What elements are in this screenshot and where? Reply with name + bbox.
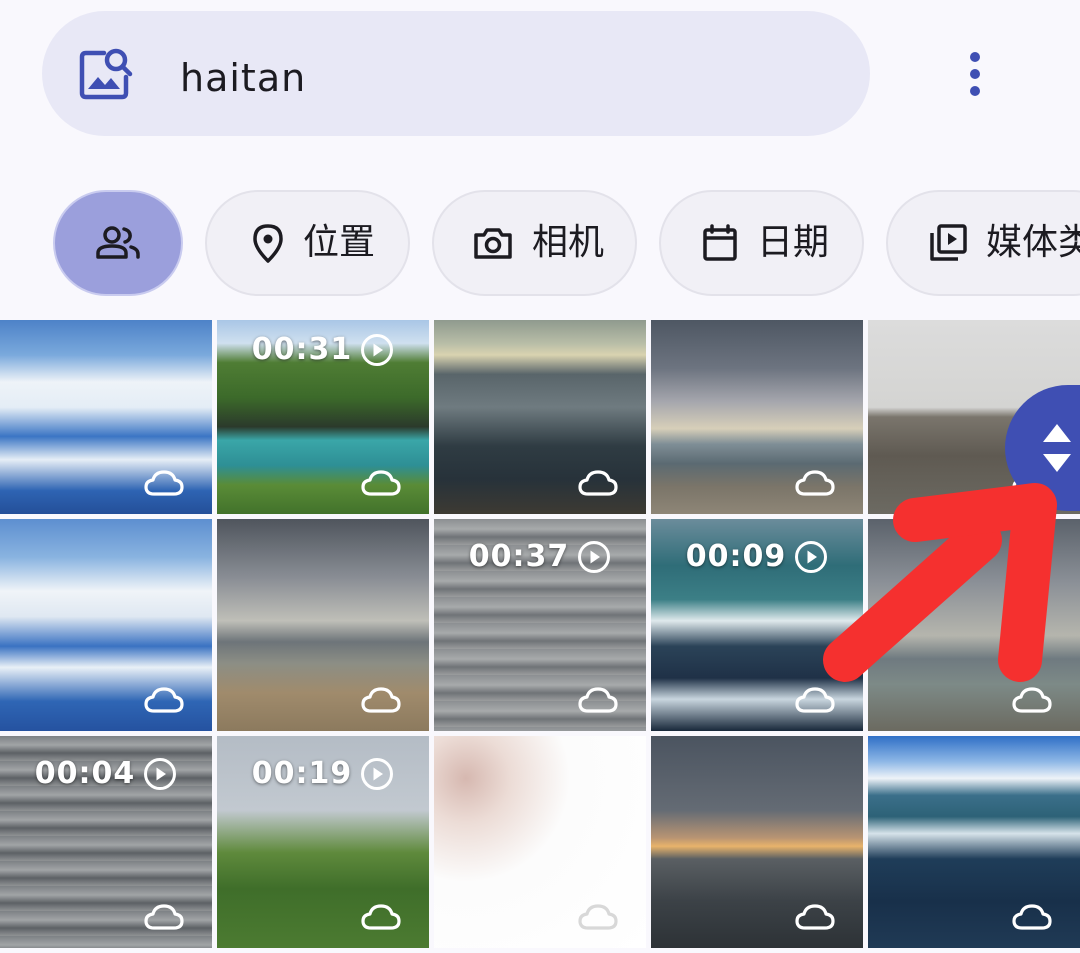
video-duration-text: 00:37 (468, 539, 570, 574)
filter-chips: 位置 相机 日期 媒体类 (0, 190, 1080, 300)
chip-location[interactable]: 位置 (205, 190, 410, 296)
video-duration: 00:09 (651, 539, 863, 574)
photo-tile[interactable] (434, 736, 646, 948)
chip-camera[interactable]: 相机 (432, 190, 637, 296)
cloud-icon (578, 904, 618, 930)
chip-date[interactable]: 日期 (659, 190, 864, 296)
photo-tile[interactable] (651, 736, 863, 948)
video-duration: 00:19 (217, 756, 429, 791)
cloud-icon (361, 904, 401, 930)
image-search-icon (79, 48, 133, 100)
video-tile[interactable]: 00:37 (434, 519, 646, 731)
camera-icon (474, 228, 512, 259)
photo-tile[interactable] (217, 519, 429, 731)
photo-tile[interactable] (0, 320, 212, 514)
calendar-icon (703, 224, 737, 261)
chip-people[interactable] (53, 190, 183, 296)
search-bar[interactable] (42, 11, 870, 136)
video-tile[interactable]: 00:19 (217, 736, 429, 948)
video-duration-text: 00:31 (251, 332, 353, 367)
cloud-icon (578, 470, 618, 496)
location-pin-icon (253, 224, 283, 263)
photo-tile[interactable] (868, 519, 1080, 731)
media-type-icon (930, 224, 967, 261)
cloud-icon (144, 904, 184, 930)
chip-camera-label: 相机 (532, 222, 605, 263)
video-duration-text: 00:19 (251, 756, 353, 791)
cloud-icon (795, 687, 835, 713)
chip-media-type[interactable]: 媒体类 (886, 190, 1080, 296)
cloud-icon (361, 687, 401, 713)
cloud-icon (361, 470, 401, 496)
up-down-arrows-icon (1043, 424, 1071, 472)
people-icon (96, 226, 140, 259)
video-duration: 00:37 (434, 539, 646, 574)
cloud-icon (578, 687, 618, 713)
video-duration: 00:31 (217, 332, 429, 367)
search-query[interactable]: haitan (180, 52, 306, 104)
play-icon (578, 540, 611, 573)
cloud-icon (795, 470, 835, 496)
video-duration-text: 00:09 (685, 539, 787, 574)
cloud-icon (795, 904, 835, 930)
play-icon (361, 333, 394, 366)
play-icon (795, 540, 828, 573)
photo-tile[interactable] (0, 519, 212, 731)
video-duration-text: 00:04 (34, 756, 136, 791)
video-tile[interactable]: 00:04 (0, 736, 212, 948)
photo-tile[interactable] (868, 736, 1080, 948)
more-vert-icon[interactable] (950, 45, 1000, 105)
video-duration: 00:04 (0, 756, 212, 791)
play-icon (144, 757, 177, 790)
cloud-icon (144, 470, 184, 496)
video-tile[interactable]: 00:09 (651, 519, 863, 731)
photo-grid: 00:31 00:37 00:09 00:04 00:19 (0, 320, 1080, 953)
photo-tile[interactable] (434, 320, 646, 514)
play-icon (361, 757, 394, 790)
chip-media-type-label: 媒体类 (986, 222, 1080, 263)
cloud-icon (144, 687, 184, 713)
photo-tile[interactable] (651, 320, 863, 514)
chip-date-label: 日期 (757, 222, 830, 263)
video-tile[interactable]: 00:31 (217, 320, 429, 514)
chip-location-label: 位置 (303, 222, 376, 263)
cloud-icon (1012, 687, 1052, 713)
cloud-icon (1012, 904, 1052, 930)
